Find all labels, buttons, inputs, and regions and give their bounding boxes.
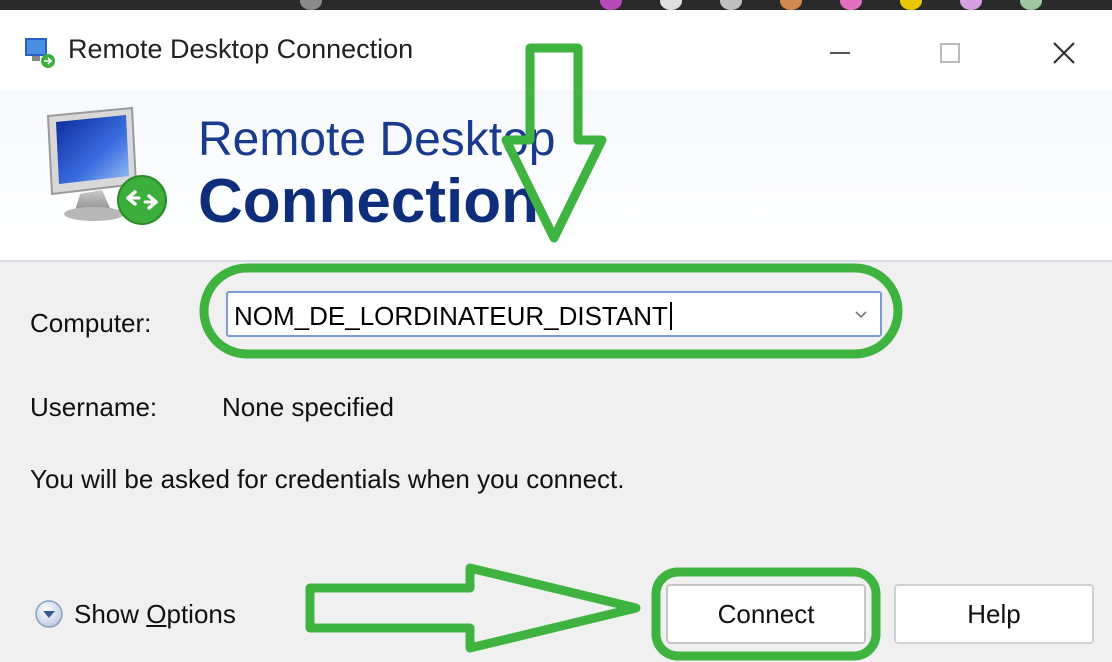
taskbar-dot [780,0,802,10]
taskbar-dot [720,0,742,10]
taskbar-dot [300,0,322,10]
username-label: Username: [30,392,158,422]
banner: Remote Desktop Connection [0,90,1112,262]
banner-title-line2: Connection [198,167,539,236]
minimize-button[interactable] [800,20,880,86]
help-button[interactable]: Help [894,584,1094,644]
taskbar-dots [0,0,1112,10]
minimize-icon [830,52,850,54]
computer-combobox[interactable]: NOM_DE_LORDINATEUR_DISTANT [226,291,882,337]
title-bar: Remote Desktop Connection [0,10,1112,90]
computer-input-text: NOM_DE_LORDINATEUR_DISTANT [234,301,668,331]
monitor-connect-icon [46,106,167,225]
show-options-accesskey: O [146,598,167,629]
taskbar-dot [660,0,682,10]
taskbar-dot [960,0,982,10]
show-options-label: Show Options [74,599,236,630]
annotation-right-arrow [305,563,641,653]
remote-desktop-app-icon [25,38,55,68]
show-options-suffix: ptions [166,598,236,629]
taskbar-dot [840,0,862,10]
taskbar-dot [600,0,622,10]
computer-input[interactable]: NOM_DE_LORDINATEUR_DISTANT [234,301,672,332]
connect-button[interactable]: Connect [666,584,866,644]
computer-label: Computer: [30,308,152,338]
taskbar-dot [1020,0,1042,10]
banner-title-line1: Remote Desktop [198,113,556,166]
close-button[interactable] [1024,20,1104,86]
maximize-icon [940,43,960,63]
credentials-note: You will be asked for credentials when y… [30,464,625,494]
maximize-button[interactable] [910,20,990,86]
chevron-down-icon[interactable] [852,305,870,323]
taskbar-strip [0,0,1112,10]
taskbar-dot [900,0,922,10]
username-value: None specified [222,392,394,422]
window-title: Remote Desktop Connection [68,34,414,64]
show-options-prefix: Show [74,598,147,629]
text-caret [669,302,672,330]
show-options-toggle[interactable]: Show Options [34,596,236,632]
close-icon [1053,42,1075,64]
expand-options-icon [35,600,63,628]
